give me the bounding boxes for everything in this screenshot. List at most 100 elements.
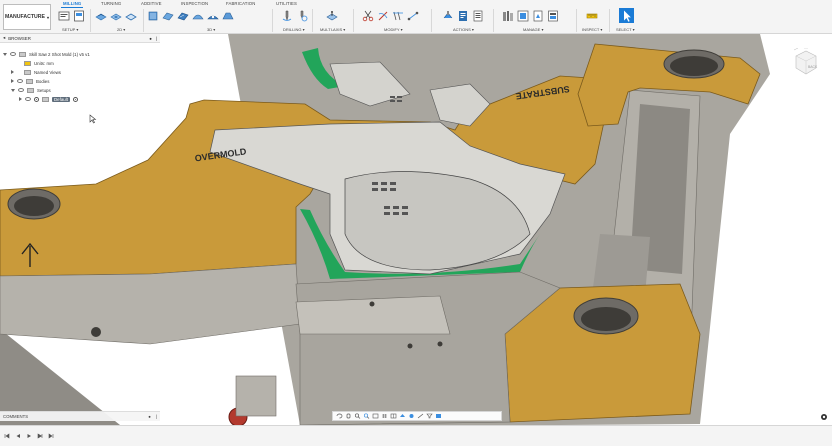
browser-item-document[interactable]: Skill Saw 2 Shot Mold (1) v5 v1 (3, 50, 90, 58)
document-label: Skill Saw 2 Shot Mold (1) v5 v1 (29, 51, 90, 57)
trim-icon[interactable] (377, 10, 389, 22)
comments-title: COMMENTS (3, 414, 29, 419)
display-settings-icon[interactable] (372, 413, 379, 419)
3d-contour-icon[interactable] (192, 10, 204, 22)
3d-pocket-icon[interactable] (162, 10, 174, 22)
setup-dropdown[interactable]: SETUP ▾ (62, 27, 78, 32)
measure-icon[interactable] (586, 10, 598, 22)
setups-label: Setups (37, 87, 51, 93)
step-forward-icon[interactable] (37, 433, 43, 439)
compare-icon[interactable] (392, 10, 404, 22)
drill-icon[interactable] (281, 10, 293, 22)
view-cube[interactable]: BACK (792, 48, 818, 78)
setup-sheet-icon[interactable] (472, 10, 484, 22)
browser-item-bodies[interactable]: Bodies (11, 77, 49, 85)
grid-icon[interactable] (381, 413, 388, 419)
step-back-icon[interactable] (15, 433, 21, 439)
2d-adaptive-icon[interactable] (95, 10, 107, 22)
setup-sheet-icon[interactable] (73, 10, 85, 22)
activate-radio-icon[interactable] (72, 96, 78, 102)
browser-item-units[interactable]: Units: mm (24, 59, 54, 67)
transform-icon[interactable] (407, 10, 419, 22)
pin-icon[interactable]: ● (149, 36, 152, 41)
orbit-icon[interactable] (336, 413, 343, 419)
effects-icon[interactable] (399, 413, 406, 419)
folder-icon (24, 69, 31, 75)
3d-flow-icon[interactable] (222, 10, 234, 22)
inspect-dropdown[interactable]: INSPECT ▾ (582, 27, 602, 32)
tab-inspection[interactable]: INSPECTION (181, 1, 208, 6)
tab-additive[interactable]: ADDITIVE (141, 1, 162, 6)
3d-dropdown[interactable]: 3D ▾ (207, 27, 215, 32)
gear-icon[interactable] (820, 413, 828, 421)
template-library-icon[interactable] (517, 10, 529, 22)
chevron-down-icon: ▾ (47, 14, 50, 20)
select-dropdown[interactable]: SELECT ▾ (616, 27, 635, 32)
browser-item-default-setup[interactable]: Default (19, 95, 78, 103)
folder-icon (27, 87, 34, 93)
expand-icon[interactable] (11, 70, 14, 74)
expand-icon[interactable] (19, 97, 22, 101)
visibility-icon[interactable] (10, 52, 16, 56)
visibility-icon[interactable] (25, 97, 31, 101)
tab-turning[interactable]: TURNING (101, 1, 121, 6)
zoom-icon[interactable] (354, 413, 361, 419)
viewports-icon[interactable] (390, 413, 397, 419)
filter-icon[interactable] (426, 413, 433, 419)
expand-icon[interactable] (11, 88, 15, 92)
machine-library-icon[interactable] (547, 10, 559, 22)
browser-header: ◂ BROWSER ● | (0, 34, 160, 43)
browser-panel: ◂ BROWSER ● | Skill Saw 2 Shot Mold (1) v… (0, 34, 160, 126)
expand-icon[interactable] (3, 52, 7, 56)
go-to-end-icon[interactable] (48, 433, 54, 439)
drilling-dropdown[interactable]: DRILLING ▾ (283, 27, 305, 32)
tool-library-icon[interactable] (502, 10, 514, 22)
visibility-icon[interactable] (18, 88, 24, 92)
panel-toggle-icon[interactable]: | (156, 414, 157, 419)
collapse-icon[interactable]: ◂ (3, 35, 5, 41)
play-icon[interactable] (26, 433, 32, 439)
tab-utilities[interactable]: UTILITIES (276, 1, 297, 6)
add-comment-icon[interactable]: ● (148, 414, 151, 419)
simulation-view-icon[interactable] (435, 413, 442, 419)
select-group-label: SELECT (616, 27, 632, 32)
manage-dropdown[interactable]: MANAGE ▾ (523, 27, 543, 32)
go-to-start-icon[interactable] (4, 433, 10, 439)
visibility-icon[interactable] (17, 79, 23, 83)
hole-recognition-icon[interactable] (296, 10, 308, 22)
select-group (619, 8, 634, 23)
workspace-switcher[interactable]: MANUFACTURE ▾ (3, 4, 51, 30)
scissors-icon[interactable] (362, 10, 374, 22)
fit-icon[interactable] (363, 413, 370, 419)
3d-adaptive-icon[interactable] (147, 10, 159, 22)
environment-icon[interactable] (408, 413, 415, 419)
browser-item-named-views[interactable]: Named Views (11, 68, 61, 76)
tab-milling[interactable]: MILLING (60, 1, 84, 8)
post-process-icon[interactable] (457, 10, 469, 22)
multi-axis-icon[interactable] (326, 10, 338, 22)
section-analysis-icon[interactable] (417, 413, 424, 419)
3d-parallel-icon[interactable] (177, 10, 189, 22)
drilling-group (281, 10, 308, 22)
pan-hand-icon[interactable] (345, 413, 352, 419)
expand-icon[interactable] (11, 79, 14, 83)
view-cube-face-label: BACK (808, 65, 818, 69)
2d-pocket-icon[interactable] (110, 10, 122, 22)
multi-axis-dropdown[interactable]: MULTI-AXIS ▾ (320, 27, 345, 32)
panel-toggle-icon[interactable]: | (156, 36, 157, 41)
2d-contour-icon[interactable] (125, 10, 137, 22)
browser-item-setups[interactable]: Setups (11, 86, 51, 94)
select-cursor-icon[interactable] (619, 8, 634, 23)
actions-group (442, 10, 484, 22)
post-library-icon[interactable] (532, 10, 544, 22)
folder-icon[interactable] (58, 10, 70, 22)
tab-fabrication[interactable]: FABRICATION (226, 1, 255, 6)
simulate-icon[interactable] (442, 10, 454, 22)
3d-scallop-icon[interactable] (207, 10, 219, 22)
actions-dropdown[interactable]: ACTIONS ▾ (453, 27, 474, 32)
fusion-cam-window: MANUFACTURE ▾ MILLING TURNING ADDITIVE IN… (0, 0, 832, 446)
modify-dropdown[interactable]: MODIFY ▾ (384, 27, 403, 32)
workspace-label: MANUFACTURE (4, 14, 46, 20)
2d-dropdown[interactable]: 2D ▾ (117, 27, 125, 32)
manage-group-label: MANAGE (523, 27, 541, 32)
